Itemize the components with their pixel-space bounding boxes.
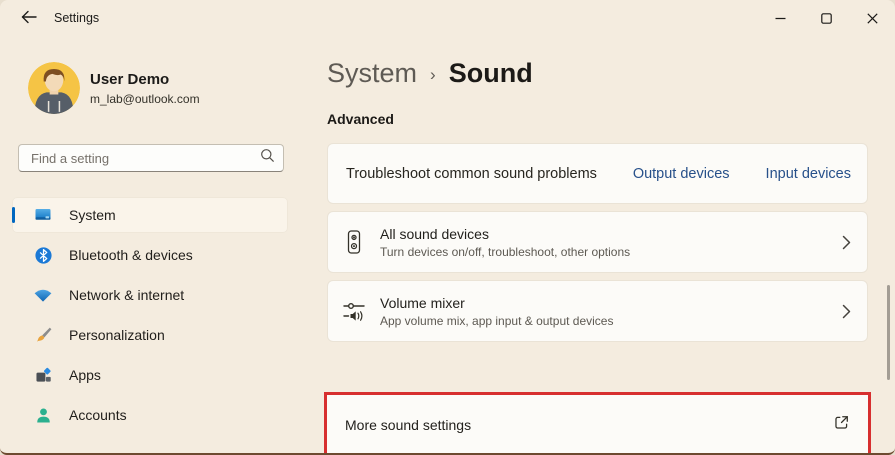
volume-mixer-row[interactable]: Volume mixer App volume mix, app input &… <box>327 280 868 342</box>
chevron-right-icon <box>842 235 851 250</box>
personalization-icon <box>33 325 53 345</box>
sidebar-item-personalization[interactable]: Personalization <box>12 317 288 353</box>
back-button[interactable] <box>14 6 44 30</box>
bluetooth-icon <box>33 245 53 265</box>
profile-text: User Demo m_lab@outlook.com <box>90 71 200 106</box>
sidebar-item-label: Apps <box>69 367 101 383</box>
system-icon <box>33 205 53 225</box>
back-arrow-icon <box>21 10 37 27</box>
speaker-icon <box>342 227 366 257</box>
row-text: All sound devices Turn devices on/off, t… <box>380 226 842 259</box>
close-button[interactable] <box>849 0 895 36</box>
sidebar-item-label: Accounts <box>69 407 127 423</box>
app-title: Settings <box>54 11 100 25</box>
troubleshoot-card: Troubleshoot common sound problems Outpu… <box>327 143 868 204</box>
troubleshoot-links: Output devices Input devices <box>633 166 851 182</box>
search-input[interactable] <box>31 150 260 166</box>
page-title: Sound <box>448 58 533 88</box>
highlight-annotation: More sound settings <box>324 392 871 453</box>
row-title: More sound settings <box>345 417 472 433</box>
troubleshoot-label: Troubleshoot common sound problems <box>346 165 597 182</box>
input-devices-link[interactable]: Input devices <box>766 166 851 182</box>
external-link-icon <box>833 414 850 436</box>
accounts-icon <box>33 405 53 425</box>
sidebar-item-label: Network & internet <box>69 287 185 303</box>
main-content: System › Sound Advanced Troubleshoot com… <box>300 36 895 453</box>
sidebar-item-bluetooth[interactable]: Bluetooth & devices <box>12 237 288 273</box>
row-title: Volume mixer <box>380 294 465 311</box>
sidebar-nav: System Bluetooth & devices Network & int… <box>12 197 288 437</box>
window-controls <box>757 0 895 36</box>
avatar <box>28 62 80 114</box>
settings-cards: Troubleshoot common sound problems Outpu… <box>324 143 871 453</box>
close-icon <box>866 12 878 24</box>
sidebar-item-accounts[interactable]: Accounts <box>12 397 288 433</box>
row-subtitle: Turn devices on/off, troubleshoot, other… <box>380 244 631 259</box>
sidebar-item-label: Personalization <box>69 327 165 343</box>
sidebar-item-label: System <box>69 207 116 223</box>
sidebar-item-label: Bluetooth & devices <box>69 247 193 263</box>
all-sound-devices-row[interactable]: All sound devices Turn devices on/off, t… <box>327 211 868 273</box>
breadcrumb-parent[interactable]: System <box>327 58 417 89</box>
sidebar-item-system[interactable]: System <box>12 197 288 233</box>
maximize-icon <box>820 12 832 24</box>
minimize-icon <box>775 17 785 19</box>
sidebar: User Demo m_lab@outlook.com Find a setti… <box>0 36 300 453</box>
volume-mixer-icon <box>342 296 366 326</box>
row-subtitle: App volume mix, app input & output devic… <box>380 313 614 328</box>
user-name: User Demo <box>90 70 170 88</box>
chevron-right-icon <box>842 304 851 319</box>
user-profile: User Demo m_lab@outlook.com <box>28 62 200 114</box>
minimize-button[interactable] <box>757 0 803 36</box>
sidebar-item-network[interactable]: Network & internet <box>12 277 288 313</box>
titlebar: Settings <box>0 0 895 36</box>
output-devices-link[interactable]: Output devices <box>633 166 730 182</box>
breadcrumb: System › Sound <box>327 58 533 89</box>
row-title: All sound devices <box>380 225 489 242</box>
search-box <box>18 144 284 172</box>
breadcrumb-separator-icon: › <box>430 65 436 84</box>
more-sound-settings-row[interactable]: More sound settings <box>327 395 868 453</box>
search-icon <box>260 148 275 168</box>
settings-window: Settings User Demo m_lab@outlook.com Fin… <box>0 0 895 455</box>
user-email: m_lab@outlook.com <box>90 91 200 106</box>
scrollbar-thumb[interactable] <box>887 285 890 380</box>
sidebar-item-apps[interactable]: Apps <box>12 357 288 393</box>
row-text: Volume mixer App volume mix, app input &… <box>380 295 842 328</box>
section-label: Advanced <box>327 111 394 127</box>
network-icon <box>33 285 53 305</box>
apps-icon <box>33 365 53 385</box>
maximize-button[interactable] <box>803 0 849 36</box>
